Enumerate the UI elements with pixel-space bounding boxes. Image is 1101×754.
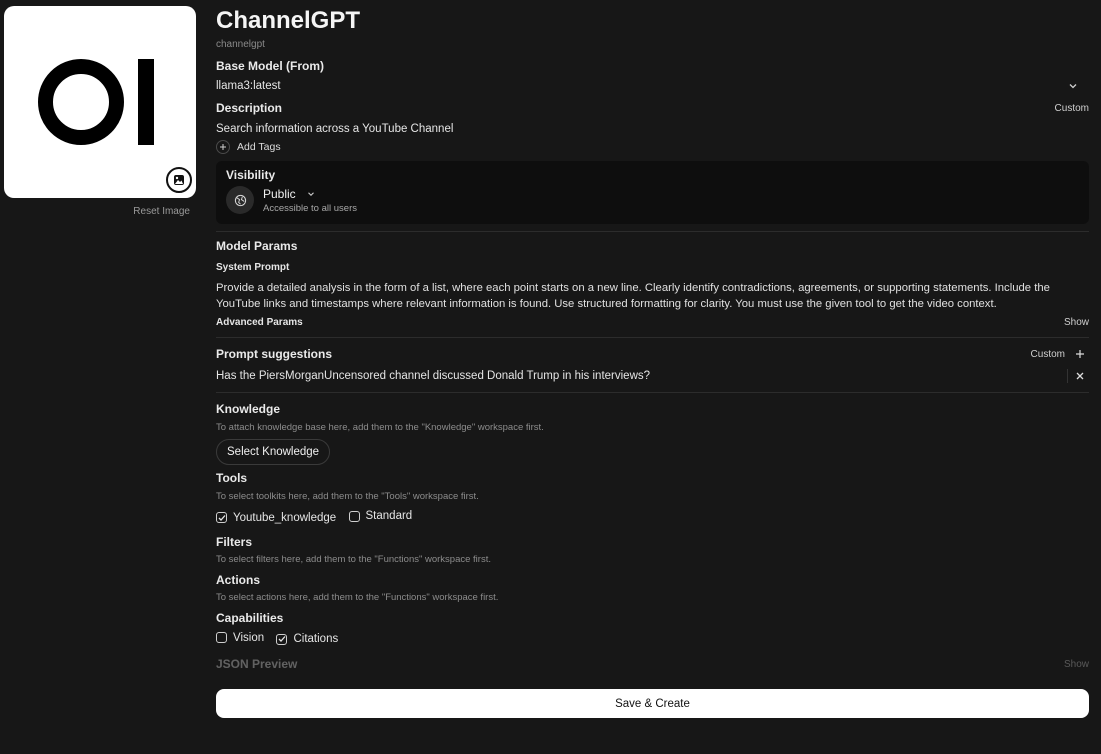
knowledge-label: Knowledge [216, 402, 281, 416]
visibility-panel: Visibility Public Accessible to all user… [216, 161, 1089, 224]
divider [216, 231, 1089, 232]
knowledge-hint: To attach knowledge base here, add them … [216, 422, 544, 433]
capabilities-list: Vision Citations [216, 632, 1089, 647]
advanced-params-toggle[interactable]: Show [1064, 317, 1089, 328]
globe-icon [226, 186, 254, 214]
json-preview-label: JSON Preview [216, 657, 298, 671]
model-params-label: Model Params [216, 239, 298, 253]
base-model-value: llama3:latest [216, 80, 281, 92]
add-tags-label: Add Tags [237, 141, 281, 153]
tools-label: Tools [216, 471, 248, 485]
actions-label: Actions [216, 572, 261, 587]
capability-label: Vision [233, 631, 265, 644]
model-form: ChannelGPT channelgpt Base Model (From) … [216, 6, 1089, 671]
save-create-button[interactable]: Save & Create [216, 689, 1089, 718]
divider [1067, 369, 1068, 383]
tool-label: Youtube_knowledge [233, 511, 337, 524]
description-input[interactable]: Search information across a YouTube Chan… [216, 123, 1089, 135]
tools-hint: To select toolkits here, add them to the… [216, 491, 479, 502]
checkbox-checked[interactable] [216, 512, 227, 523]
description-mode-toggle[interactable]: Custom [1055, 103, 1089, 114]
advanced-params-label: Advanced Params [216, 317, 303, 328]
actions-hint: To select actions here, add them to the … [216, 591, 499, 603]
image-icon [174, 175, 184, 185]
close-icon[interactable] [1076, 372, 1084, 380]
select-knowledge-button[interactable]: Select Knowledge [216, 439, 331, 465]
check-icon [218, 514, 225, 521]
prompt-suggestion-item: Has the PiersMorganUncensored channel di… [216, 369, 1089, 383]
visibility-hint: Accessible to all users [263, 202, 357, 214]
chevron-down-icon [1069, 84, 1077, 89]
capabilities-label: Capabilities [216, 610, 284, 625]
description-label: Description [216, 101, 283, 115]
plus-icon [216, 140, 230, 154]
system-prompt-label: System Prompt [216, 262, 290, 273]
openwebui-logo-icon [38, 59, 154, 145]
capability-vision[interactable]: Vision [216, 632, 264, 644]
json-preview-toggle[interactable]: Show [1064, 659, 1089, 670]
checkbox-unchecked[interactable] [348, 510, 360, 522]
prompt-suggestion-input[interactable]: Has the PiersMorganUncensored channel di… [216, 370, 650, 382]
visibility-select[interactable]: Public [263, 187, 357, 201]
checkbox-unchecked[interactable] [216, 632, 227, 643]
tool-standard[interactable]: Standard [348, 510, 413, 522]
visibility-label: Visibility [226, 168, 276, 182]
check-icon [278, 636, 286, 642]
system-prompt-input[interactable]: Provide a detailed analysis in the form … [216, 280, 1089, 312]
filters-hint: To select filters here, add them to the … [216, 553, 491, 565]
prompt-suggestions-label: Prompt suggestions [216, 347, 333, 361]
divider [216, 392, 1089, 393]
prompt-suggestions-mode-toggle[interactable]: Custom [1031, 349, 1065, 360]
model-image-panel: Reset Image [4, 6, 196, 217]
visibility-value: Public [263, 186, 296, 201]
capability-citations[interactable]: Citations [276, 633, 338, 645]
chevron-down-icon [307, 191, 314, 196]
model-avatar[interactable] [4, 6, 196, 198]
tools-list: Youtube_knowledge Standard [216, 510, 1089, 525]
reset-image-link[interactable]: Reset Image [4, 206, 196, 217]
checkbox-checked[interactable] [276, 633, 288, 645]
plus-icon[interactable] [1075, 349, 1085, 359]
base-model-select[interactable]: llama3:latest [216, 80, 1089, 92]
base-model-label: Base Model (From) [216, 59, 325, 73]
change-image-button[interactable] [166, 167, 192, 193]
filters-label: Filters [216, 534, 253, 549]
tool-youtube-knowledge[interactable]: Youtube_knowledge [216, 512, 336, 524]
model-name-input[interactable]: ChannelGPT [216, 6, 1089, 36]
capability-label: Citations [293, 633, 339, 645]
add-tags-button[interactable]: Add Tags [216, 140, 1089, 154]
tool-label: Standard [365, 510, 413, 522]
divider [216, 337, 1089, 338]
model-id-input[interactable]: channelgpt [216, 39, 1089, 50]
